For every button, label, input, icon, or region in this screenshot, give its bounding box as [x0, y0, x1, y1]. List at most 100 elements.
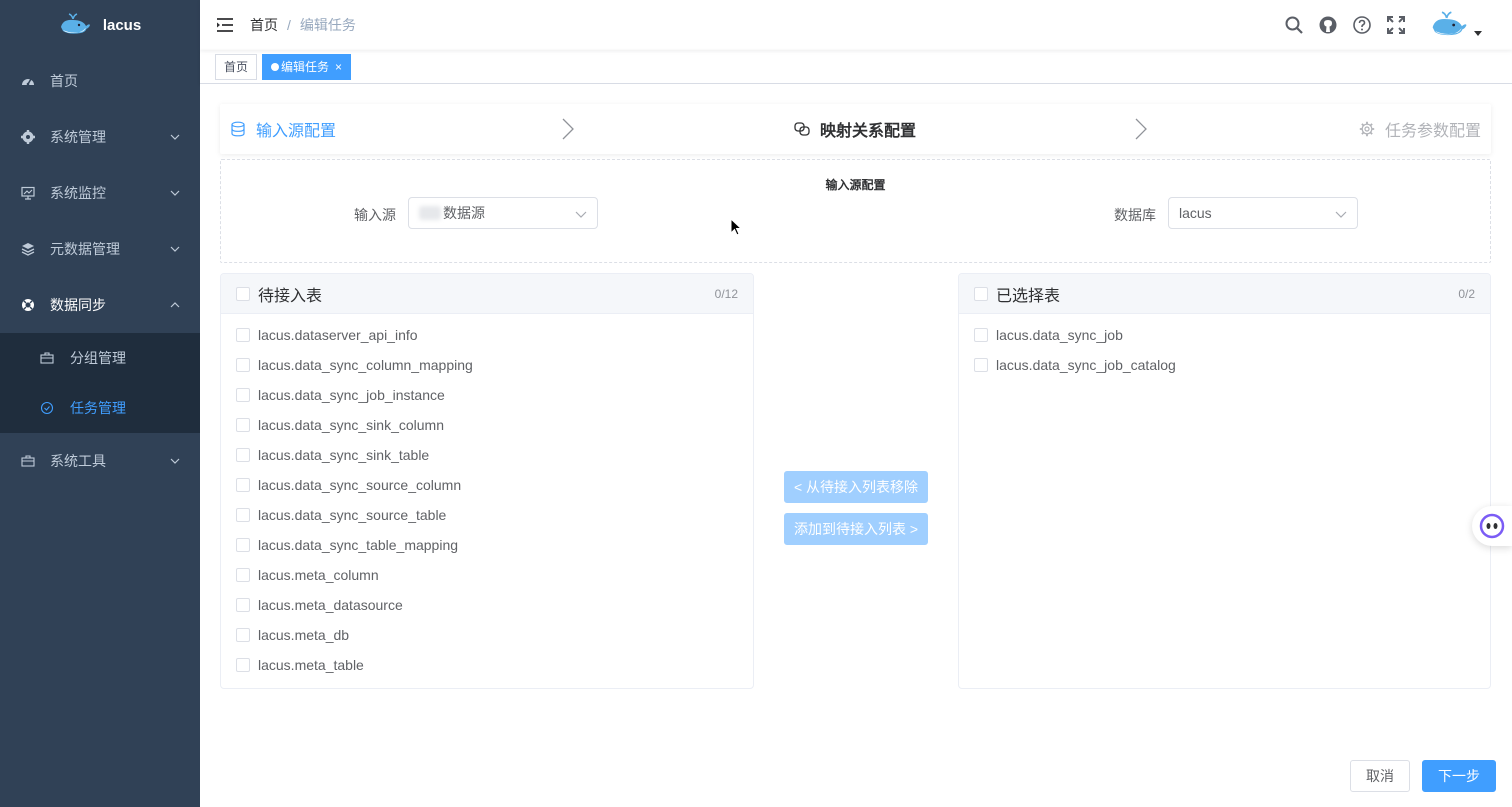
- sidebar-item-system[interactable]: 系统管理: [0, 109, 200, 165]
- sidebar-item-datasync[interactable]: 数据同步: [0, 277, 200, 333]
- link-icon: [794, 122, 810, 136]
- item-checkbox[interactable]: [236, 388, 250, 402]
- transfer-list-left: lacus.dataserver_api_info lacus.data_sync…: [221, 314, 753, 680]
- add-to-pending-button[interactable]: 添加到待接入列表 >: [784, 513, 928, 545]
- cancel-button[interactable]: 取消: [1350, 760, 1410, 792]
- list-item[interactable]: lacus.data_sync_column_mapping: [221, 350, 753, 380]
- user-avatar[interactable]: [1430, 11, 1482, 39]
- tag-home[interactable]: 首页: [215, 53, 258, 80]
- list-item[interactable]: lacus.data_sync_sink_table: [221, 440, 753, 470]
- item-label: lacus.meta_db: [258, 627, 350, 643]
- list-item[interactable]: lacus.meta_column: [221, 560, 753, 590]
- source-config-box: 输入源配置 输入源 数据源 数据库 lacus: [220, 159, 1491, 263]
- page-content: 输入源配置 映射关系配置 任务参数配置 输入源配置 输入源 数据源 数据库 la…: [200, 84, 1512, 807]
- gear-icon: [1359, 121, 1375, 137]
- list-item[interactable]: lacus.data_sync_source_column: [221, 470, 753, 500]
- step-arrow-icon: [1135, 118, 1147, 140]
- input-source-select[interactable]: 数据源: [408, 197, 598, 229]
- sidebar-item-home[interactable]: 首页: [0, 53, 200, 109]
- menu-fold-icon: [217, 18, 233, 32]
- list-item[interactable]: lacus.data_sync_job_instance: [221, 380, 753, 410]
- item-checkbox[interactable]: [236, 658, 250, 672]
- help-icon[interactable]: [1352, 15, 1372, 35]
- bot-icon: [1479, 513, 1505, 539]
- sidebar-item-group-management[interactable]: 分组管理: [0, 333, 200, 383]
- hamburger-button[interactable]: [200, 0, 250, 50]
- app-name: lacus: [102, 16, 142, 34]
- chevron-down-icon: [170, 458, 180, 464]
- item-checkbox[interactable]: [974, 358, 988, 372]
- tag-edit-task[interactable]: 编辑任务 ×: [262, 53, 352, 80]
- database-select[interactable]: lacus: [1168, 197, 1358, 229]
- sidebar-item-monitor[interactable]: 系统监控: [0, 165, 200, 221]
- chevron-down-icon: [170, 134, 180, 140]
- list-item[interactable]: lacus.meta_datasource: [221, 590, 753, 620]
- item-label: lacus.meta_table: [258, 657, 364, 673]
- item-checkbox[interactable]: [236, 628, 250, 642]
- search-icon[interactable]: [1284, 15, 1304, 35]
- github-icon[interactable]: [1318, 15, 1338, 35]
- sidebar-item-tools[interactable]: 系统工具: [0, 433, 200, 489]
- breadcrumb-current: 编辑任务: [299, 17, 356, 33]
- source-config-title: 输入源配置: [825, 178, 886, 192]
- item-label: lacus.data_sync_source_table: [258, 507, 447, 523]
- list-item[interactable]: lacus.data_sync_sink_column: [221, 410, 753, 440]
- monitor-icon: [20, 185, 36, 201]
- panel-count: 0/2: [1458, 286, 1475, 301]
- briefcase-icon: [40, 351, 54, 365]
- item-checkbox[interactable]: [236, 448, 250, 462]
- blurred-text: [419, 206, 441, 220]
- sidebar-item-task-management[interactable]: 任务管理: [0, 383, 200, 433]
- toolbox-icon: [20, 453, 36, 469]
- steps-bar: 输入源配置 映射关系配置 任务参数配置: [220, 104, 1491, 154]
- fullscreen-icon[interactable]: [1386, 15, 1406, 35]
- list-item[interactable]: lacus.data_sync_table_mapping: [221, 530, 753, 560]
- chevron-down-icon: [170, 190, 180, 196]
- item-label: lacus.meta_datasource: [258, 597, 403, 613]
- item-checkbox[interactable]: [236, 568, 250, 582]
- remove-from-pending-button[interactable]: < 从待接入列表移除: [784, 471, 928, 503]
- item-checkbox[interactable]: [236, 478, 250, 492]
- item-label: lacus.data_sync_job_instance: [258, 387, 445, 403]
- transfer-panel-left-header: 待接入表 0/12: [221, 274, 753, 314]
- item-label: lacus.dataserver_api_info: [258, 327, 418, 343]
- sidebar-logo[interactable]: lacus: [0, 0, 200, 50]
- list-item[interactable]: lacus.dataserver_api_info: [221, 320, 753, 350]
- panel-title: 已选择表: [996, 287, 1061, 305]
- caret-down-icon: [1474, 31, 1482, 36]
- step-input-source[interactable]: 输入源配置: [230, 104, 336, 154]
- item-label: lacus.data_sync_column_mapping: [258, 357, 473, 373]
- step-task-params[interactable]: 任务参数配置: [1359, 104, 1481, 154]
- chevron-down-icon: [575, 211, 587, 218]
- breadcrumb-home[interactable]: 首页: [250, 15, 278, 35]
- step-mapping[interactable]: 映射关系配置: [794, 104, 916, 154]
- item-checkbox[interactable]: [236, 598, 250, 612]
- chevron-down-icon: [1335, 211, 1347, 218]
- item-label: lacus.meta_column: [258, 567, 379, 583]
- list-item[interactable]: lacus.meta_table: [221, 650, 753, 680]
- close-icon[interactable]: ×: [335, 55, 342, 79]
- database-icon: [231, 121, 245, 137]
- transfer-panel-left: 待接入表 0/12 lacus.dataserver_api_info lacus…: [220, 273, 754, 689]
- sidebar-item-metadata[interactable]: 元数据管理: [0, 221, 200, 277]
- next-step-button[interactable]: 下一步: [1422, 760, 1496, 792]
- item-checkbox[interactable]: [236, 418, 250, 432]
- item-checkbox[interactable]: [236, 508, 250, 522]
- item-checkbox[interactable]: [236, 538, 250, 552]
- list-item[interactable]: lacus.data_sync_job: [959, 320, 1490, 350]
- list-item[interactable]: lacus.meta_db: [221, 620, 753, 650]
- item-label: lacus.data_sync_sink_column: [258, 417, 444, 433]
- select-all-checkbox[interactable]: [236, 286, 250, 301]
- list-item[interactable]: lacus.data_sync_job_catalog: [959, 350, 1490, 380]
- item-checkbox[interactable]: [974, 328, 988, 342]
- select-all-checkbox[interactable]: [974, 286, 988, 301]
- input-source-label: 输入源: [354, 207, 396, 223]
- item-checkbox[interactable]: [236, 328, 250, 342]
- chevron-up-icon: [170, 302, 180, 308]
- item-checkbox[interactable]: [236, 358, 250, 372]
- layers-icon: [20, 241, 36, 257]
- list-item[interactable]: lacus.data_sync_source_table: [221, 500, 753, 530]
- main-area: 首页 / 编辑任务 首页 编辑任务 × 输入源配置 映射关系配置 任务参数配置 …: [200, 0, 1512, 807]
- assistant-bot-button[interactable]: [1472, 506, 1512, 546]
- item-label: lacus.data_sync_job_catalog: [996, 357, 1176, 373]
